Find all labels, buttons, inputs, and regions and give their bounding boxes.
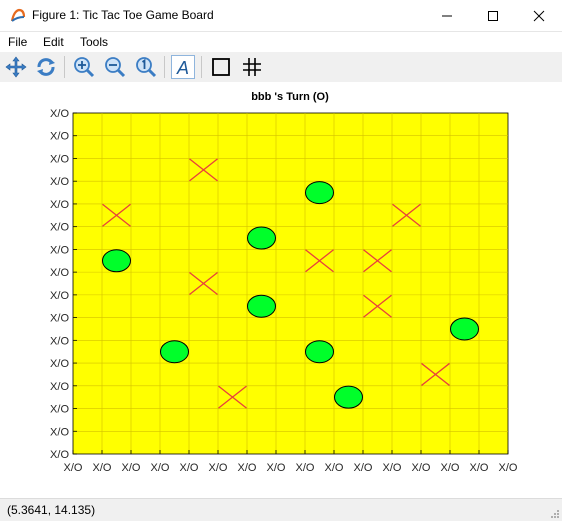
zoom-reset-button[interactable] bbox=[134, 55, 158, 79]
x-tick-label: X/O bbox=[209, 462, 228, 474]
o-mark bbox=[160, 340, 189, 364]
y-tick-label: X/O bbox=[50, 199, 69, 211]
close-button[interactable] bbox=[516, 0, 562, 31]
game-board-chart[interactable]: bbb 's Turn (O) X/O X/O X/O X/O X/O X/O X/O X/O… bbox=[0, 82, 562, 498]
status-bar: (5.3641, 14.135) bbox=[0, 498, 562, 521]
text-annotation-icon: A bbox=[176, 58, 189, 78]
resize-grip-icon[interactable] bbox=[550, 509, 560, 519]
x-tick-label: X/O bbox=[499, 462, 518, 474]
x-tick-label: X/O bbox=[354, 462, 373, 474]
y-tick-label: X/O bbox=[50, 381, 69, 393]
plot-area[interactable] bbox=[72, 112, 509, 455]
o-mark bbox=[102, 249, 131, 273]
o-mark bbox=[305, 340, 334, 364]
rotate-button[interactable] bbox=[34, 55, 58, 79]
menu-file[interactable]: File bbox=[8, 35, 27, 49]
svg-text:A: A bbox=[176, 58, 189, 78]
y-tick-label: X/O bbox=[50, 244, 69, 256]
minimize-button[interactable] bbox=[424, 0, 470, 31]
y-tick-label: X/O bbox=[50, 108, 69, 120]
x-tick-label: X/O bbox=[470, 462, 489, 474]
y-tick-label: X/O bbox=[50, 267, 69, 279]
grid-icon bbox=[243, 58, 261, 76]
rotate-icon bbox=[37, 58, 55, 76]
title-bar: Figure 1: Tic Tac Toe Game Board bbox=[0, 0, 562, 32]
y-tick-label: X/O bbox=[50, 176, 69, 188]
box-button[interactable] bbox=[209, 55, 233, 79]
zoom-reset-icon bbox=[136, 57, 157, 78]
zoom-in-icon bbox=[74, 57, 95, 78]
cursor-coordinates: (5.3641, 14.135) bbox=[7, 503, 96, 517]
zoom-out-icon bbox=[105, 57, 126, 78]
o-mark bbox=[247, 226, 276, 250]
x-tick-label: X/O bbox=[122, 462, 141, 474]
grid-button[interactable] bbox=[240, 55, 264, 79]
zoom-out-button[interactable] bbox=[103, 55, 127, 79]
y-tick-label: X/O bbox=[50, 153, 69, 165]
window-title: Figure 1: Tic Tac Toe Game Board bbox=[32, 8, 214, 22]
o-mark bbox=[305, 181, 334, 205]
y-tick-label: X/O bbox=[50, 131, 69, 143]
x-tick-label: X/O bbox=[180, 462, 199, 474]
zoom-in-button[interactable] bbox=[72, 55, 96, 79]
y-tick-label: X/O bbox=[50, 313, 69, 325]
pan-icon bbox=[5, 56, 27, 78]
y-tick-label: X/O bbox=[50, 222, 69, 234]
toolbar-separator bbox=[201, 56, 202, 78]
x-tick-label: X/O bbox=[441, 462, 460, 474]
figure-canvas[interactable]: bbb 's Turn (O) X/O X/O X/O X/O X/O X/O X/O X/O… bbox=[0, 82, 562, 498]
x-tick-label: X/O bbox=[412, 462, 431, 474]
x-tick-label: X/O bbox=[64, 462, 83, 474]
y-tick-label: X/O bbox=[50, 404, 69, 416]
o-mark bbox=[334, 385, 363, 409]
x-tick-label: X/O bbox=[383, 462, 402, 474]
menu-tools[interactable]: Tools bbox=[80, 35, 108, 49]
minimize-icon bbox=[442, 15, 452, 17]
o-mark bbox=[247, 294, 276, 318]
toolbar-separator bbox=[164, 56, 165, 78]
x-tick-label: X/O bbox=[325, 462, 344, 474]
y-tick-label: X/O bbox=[50, 426, 69, 438]
o-mark bbox=[450, 317, 479, 341]
chart-title: bbb 's Turn (O) bbox=[251, 91, 329, 103]
x-tick-label: X/O bbox=[238, 462, 257, 474]
x-tick-label: X/O bbox=[151, 462, 170, 474]
y-tick-label: X/O bbox=[50, 358, 69, 370]
box-icon bbox=[212, 58, 230, 76]
x-tick-label: X/O bbox=[267, 462, 286, 474]
menu-bar: File Edit Tools bbox=[0, 32, 562, 52]
menu-edit[interactable]: Edit bbox=[43, 35, 64, 49]
maximize-icon bbox=[488, 11, 498, 21]
pan-button[interactable] bbox=[4, 55, 28, 79]
close-icon bbox=[533, 10, 545, 22]
matlab-app-icon bbox=[10, 8, 26, 22]
text-annotation-button[interactable]: A bbox=[171, 55, 195, 79]
y-tick-label: X/O bbox=[50, 449, 69, 461]
x-tick-label: X/O bbox=[296, 462, 315, 474]
y-tick-label: X/O bbox=[50, 335, 69, 347]
x-tick-label: X/O bbox=[93, 462, 112, 474]
toolbar: A bbox=[0, 52, 562, 82]
maximize-button[interactable] bbox=[470, 0, 516, 31]
y-tick-label: X/O bbox=[50, 290, 69, 302]
toolbar-separator bbox=[64, 56, 65, 78]
